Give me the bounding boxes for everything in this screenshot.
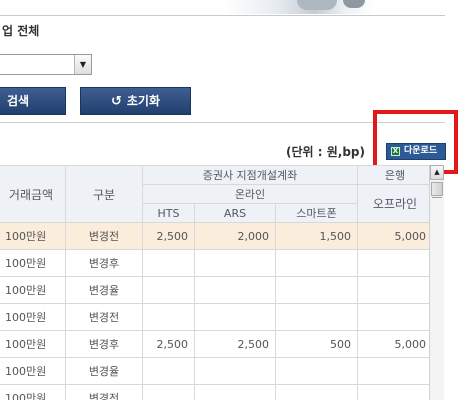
- cell-smartphone: [275, 303, 358, 331]
- cell-smartphone: [275, 384, 358, 400]
- cell-ars: [194, 249, 276, 277]
- cell-hts: 2,500: [142, 330, 195, 358]
- table-row: 100만원 변경후 2,500 2,500 500 5,000: [0, 330, 433, 358]
- cell-offline: [357, 357, 433, 385]
- cell-type: 변경후: [65, 330, 143, 358]
- cell-hts: [142, 357, 195, 385]
- group-header-branch-account: 증권사 지점개설계좌: [142, 165, 358, 185]
- cell-hts: 2,500: [142, 222, 195, 250]
- cell-type: 변경전: [65, 303, 143, 331]
- scrollbar-thumb[interactable]: [431, 182, 443, 196]
- group-header-online: 온라인: [142, 184, 358, 204]
- table-scrollbar[interactable]: ▲: [429, 165, 444, 400]
- table-row: 100만원 변경율: [0, 276, 433, 304]
- fee-table-body: 100만원 변경전 2,500 2,000 1,500 5,000 100만원 변경후 100만…: [0, 222, 433, 400]
- scrollbar-grip: [432, 197, 442, 198]
- cell-amount: 100만원: [0, 384, 66, 400]
- cell-type: 변경전: [65, 222, 143, 250]
- header-banner-art: [225, 0, 375, 14]
- cell-ars: 2,000: [194, 222, 276, 250]
- table-row: 100만원 변경전: [0, 303, 433, 331]
- search-button[interactable]: 검색: [0, 87, 66, 115]
- table-row: 100만원 변경율: [0, 357, 433, 385]
- col-header-smartphone: 스마트폰: [275, 203, 358, 223]
- col-header-type: 구분: [65, 165, 143, 223]
- cell-ars: [194, 384, 276, 400]
- cell-ars: [194, 276, 276, 304]
- cell-amount: 100만원: [0, 303, 66, 331]
- table-row: 100만원 변경후: [0, 249, 433, 277]
- col-header-hts: HTS: [142, 203, 195, 223]
- cell-amount: 100만원: [0, 276, 66, 304]
- unit-label: (단위 : 원,bp): [286, 145, 365, 159]
- cell-type: 변경전: [65, 384, 143, 400]
- col-header-amount: 거래금액: [0, 165, 66, 223]
- cell-offline: 5,000: [357, 330, 433, 358]
- cell-ars: [194, 303, 276, 331]
- cell-offline: 5,000: [357, 222, 433, 250]
- reset-button-label: 초기화: [126, 94, 161, 108]
- cell-amount: 100만원: [0, 330, 66, 358]
- cell-offline: [357, 276, 433, 304]
- col-header-offline: 오프라인: [357, 184, 433, 223]
- cell-ars: [194, 357, 276, 385]
- section-title: 업 전체: [2, 24, 40, 38]
- col-header-ars: ARS: [194, 203, 276, 223]
- cell-hts: [142, 303, 195, 331]
- cell-type: 변경율: [65, 276, 143, 304]
- table-row: 100만원 변경전: [0, 384, 433, 400]
- cell-type: 변경율: [65, 357, 143, 385]
- cell-offline: [357, 303, 433, 331]
- cell-amount: 100만원: [0, 249, 66, 277]
- cell-smartphone: 500: [275, 330, 358, 358]
- reset-button[interactable]: ↺ 초기화: [80, 87, 191, 115]
- table-row: 100만원 변경전 2,500 2,000 1,500 5,000: [0, 222, 433, 250]
- cell-smartphone: [275, 249, 358, 277]
- cell-offline: [357, 249, 433, 277]
- cell-smartphone: [275, 357, 358, 385]
- search-button-label: 검색: [7, 94, 30, 108]
- cell-ars: 2,500: [194, 330, 276, 358]
- cell-smartphone: [275, 276, 358, 304]
- cell-hts: [142, 276, 195, 304]
- refresh-icon: ↺: [110, 94, 122, 109]
- chevron-down-icon[interactable]: ▼: [74, 55, 91, 74]
- fee-table: 거래금액 구분 증권사 지점개설계좌 은행 온라인 오프라인 HTS ARS 스…: [0, 165, 433, 400]
- cell-hts: [142, 249, 195, 277]
- scroll-up-icon[interactable]: ▲: [430, 165, 444, 180]
- group-header-bank: 은행: [357, 165, 433, 185]
- cell-hts: [142, 384, 195, 400]
- category-select[interactable]: ▼: [0, 54, 92, 75]
- header-divider: [0, 15, 445, 16]
- cell-amount: 100만원: [0, 222, 66, 250]
- cell-smartphone: 1,500: [275, 222, 358, 250]
- cell-amount: 100만원: [0, 357, 66, 385]
- cell-type: 변경후: [65, 249, 143, 277]
- cell-offline: [357, 384, 433, 400]
